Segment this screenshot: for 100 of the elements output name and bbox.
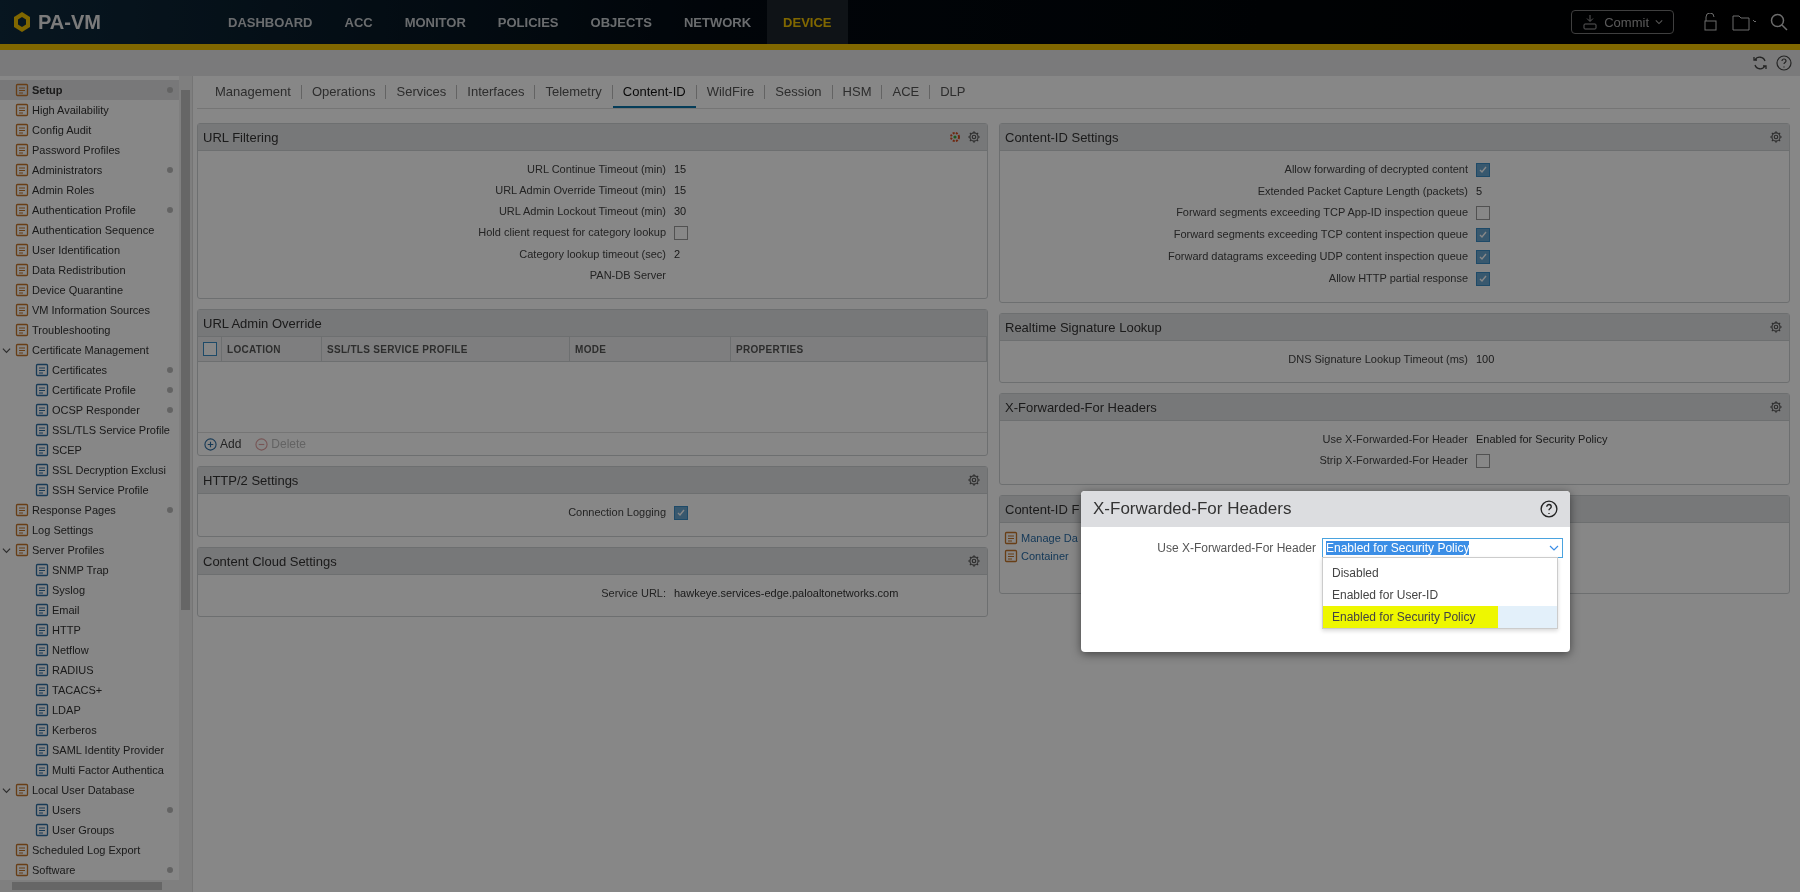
- lock-icon[interactable]: [1702, 13, 1718, 31]
- sidebar-item[interactable]: Certificate Profile: [0, 380, 179, 400]
- sidebar-item[interactable]: User Groups: [0, 820, 179, 840]
- field-label: URL Continue Timeout (min): [526, 162, 666, 177]
- sidebar-item[interactable]: Administrators: [0, 160, 179, 180]
- checkbox[interactable]: [1476, 250, 1490, 264]
- tab[interactable]: Operations: [301, 76, 386, 108]
- nav-tab[interactable]: NETWORK: [667, 0, 768, 44]
- sidebar-item[interactable]: RADIUS: [0, 660, 179, 680]
- chevron-icon[interactable]: [2, 545, 11, 555]
- add-button[interactable]: Add: [204, 437, 242, 451]
- sidebar-item[interactable]: Users: [0, 800, 179, 820]
- nav-tab[interactable]: DASHBOARD: [212, 0, 329, 44]
- sidebar-item[interactable]: Certificates: [0, 360, 179, 380]
- sidebar-item[interactable]: Local User Database: [0, 780, 179, 800]
- sidebar-item[interactable]: SSL/TLS Service Profile: [0, 420, 179, 440]
- help-icon[interactable]: [1540, 500, 1558, 518]
- nav-tab[interactable]: OBJECTS: [574, 0, 668, 44]
- settings-icon[interactable]: [1769, 130, 1783, 144]
- checkbox[interactable]: [674, 226, 688, 240]
- sidebar-item[interactable]: SSL Decryption Exclusi: [0, 460, 179, 480]
- nav-tab[interactable]: POLICIES: [481, 0, 575, 44]
- tab[interactable]: ACE: [882, 76, 930, 108]
- tab[interactable]: Content-ID: [612, 76, 696, 108]
- sidebar-item[interactable]: VM Information Sources: [0, 300, 179, 320]
- checkbox[interactable]: [203, 342, 217, 356]
- sidebar-item[interactable]: Password Profiles: [0, 140, 179, 160]
- document-icon: [35, 703, 49, 717]
- sidebar-item[interactable]: Device Quarantine: [0, 280, 179, 300]
- settings-icon[interactable]: [1769, 320, 1783, 334]
- tab[interactable]: Interfaces: [457, 76, 535, 108]
- scrollbar[interactable]: [179, 76, 192, 880]
- panel-title: Content-ID Settings: [1005, 129, 1119, 145]
- dropdown-option[interactable]: Enabled for Security Policy: [1323, 606, 1557, 628]
- sidebar-item[interactable]: Log Settings: [0, 520, 179, 540]
- sidebar-item[interactable]: Scheduled Log Export: [0, 840, 179, 860]
- column-header: MODE: [570, 337, 731, 361]
- sidebar-item[interactable]: LDAP: [0, 700, 179, 720]
- logo-icon: [12, 11, 32, 33]
- tab[interactable]: Telemetry: [535, 76, 612, 108]
- search-icon[interactable]: [1770, 13, 1788, 31]
- sidebar-item[interactable]: Admin Roles: [0, 180, 179, 200]
- tab[interactable]: Session: [765, 76, 832, 108]
- sidebar-item[interactable]: SCEP: [0, 440, 179, 460]
- commit-button[interactable]: Commit: [1571, 10, 1674, 34]
- refresh-icon[interactable]: [1752, 55, 1768, 71]
- sidebar-item[interactable]: TACACS+: [0, 680, 179, 700]
- settings-icon[interactable]: [967, 554, 981, 568]
- checkbox[interactable]: [1476, 454, 1490, 468]
- document-icon: [15, 83, 29, 97]
- feature-link[interactable]: Container: [1004, 549, 1069, 563]
- chevron-icon[interactable]: [1549, 543, 1559, 553]
- checkbox[interactable]: [1476, 228, 1490, 242]
- scrollbar[interactable]: [0, 880, 192, 892]
- nav-tab[interactable]: ACC: [328, 0, 389, 44]
- sidebar-item[interactable]: Email: [0, 600, 179, 620]
- sidebar-item[interactable]: SSH Service Profile: [0, 480, 179, 500]
- sidebar-item[interactable]: High Availability: [0, 100, 179, 120]
- checkbox[interactable]: [1476, 163, 1490, 177]
- sidebar-item[interactable]: Setup: [0, 80, 179, 100]
- sidebar-item[interactable]: Certificate Management: [0, 340, 179, 360]
- settings-icon[interactable]: [1769, 400, 1783, 414]
- sidebar-item[interactable]: Response Pages: [0, 500, 179, 520]
- nav-tab[interactable]: MONITOR: [388, 0, 482, 44]
- sidebar-item[interactable]: Server Profiles: [0, 540, 179, 560]
- plus-icon: [204, 437, 217, 451]
- tab[interactable]: WildFire: [696, 76, 765, 108]
- tab[interactable]: Management: [205, 76, 301, 108]
- document-icon: [35, 583, 49, 597]
- sidebar-item[interactable]: Multi Factor Authentica: [0, 760, 179, 780]
- sidebar-item[interactable]: Troubleshooting: [0, 320, 179, 340]
- sidebar-item[interactable]: User Identification: [0, 240, 179, 260]
- sidebar-item[interactable]: Authentication Sequence: [0, 220, 179, 240]
- tab[interactable]: DLP: [930, 76, 976, 108]
- settings-icon[interactable]: [967, 130, 981, 144]
- settings-icon[interactable]: [967, 473, 981, 487]
- checkbox[interactable]: [674, 506, 688, 520]
- nav-tab[interactable]: DEVICE: [767, 0, 848, 44]
- sidebar-item[interactable]: Data Redistribution: [0, 260, 179, 280]
- checkbox[interactable]: [1476, 272, 1490, 286]
- sidebar-item[interactable]: HTTP: [0, 620, 179, 640]
- sidebar-item[interactable]: Netflow: [0, 640, 179, 660]
- field-value: 15: [674, 183, 687, 198]
- folder-icon[interactable]: [1732, 13, 1756, 31]
- chevron-icon[interactable]: [2, 785, 11, 795]
- sidebar-item[interactable]: SNMP Trap: [0, 560, 179, 580]
- sidebar-item[interactable]: SAML Identity Provider: [0, 740, 179, 760]
- tab[interactable]: HSM: [832, 76, 882, 108]
- checkbox[interactable]: [1476, 206, 1490, 220]
- sidebar-item[interactable]: Syslog: [0, 580, 179, 600]
- chevron-icon[interactable]: [2, 345, 11, 355]
- feature-link[interactable]: Manage Da: [1004, 531, 1078, 545]
- sidebar-item[interactable]: Software: [0, 860, 179, 880]
- tab[interactable]: Services: [386, 76, 457, 108]
- sidebar-item[interactable]: Kerberos: [0, 720, 179, 740]
- sidebar-item[interactable]: Config Audit: [0, 120, 179, 140]
- sidebar-item[interactable]: OCSP Responder: [0, 400, 179, 420]
- dropdown-option[interactable]: Disabled: [1323, 562, 1557, 584]
- dropdown-option[interactable]: Enabled for User-ID: [1323, 584, 1557, 606]
- sidebar-item[interactable]: Authentication Profile: [0, 200, 179, 220]
